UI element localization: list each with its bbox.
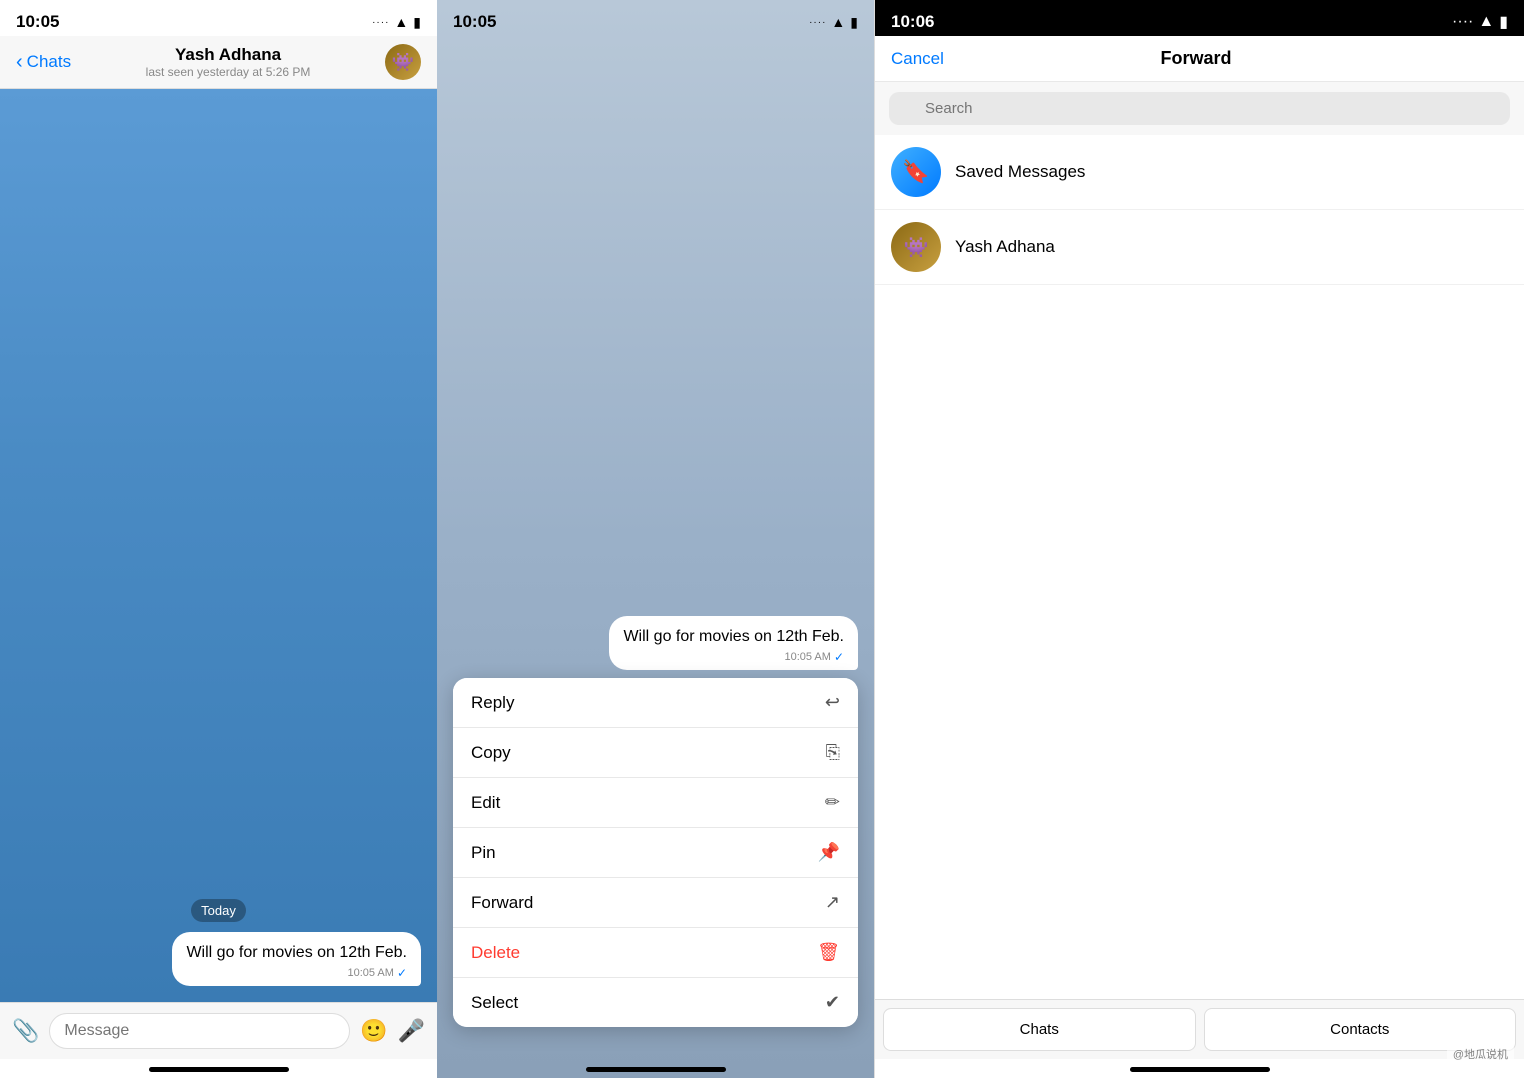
status-bar-panel1: 10:05 ···· ▲ ▮ (0, 0, 437, 36)
cancel-button[interactable]: Cancel (891, 49, 944, 69)
sticker-icon[interactable]: 🙂 (360, 1018, 387, 1044)
yash-name-label: Yash Adhana (955, 237, 1055, 257)
edit-label: Edit (471, 793, 500, 813)
battery-icon-p3: ▮ (1499, 12, 1508, 32)
panel-context-menu: 10:05 ···· ▲ ▮ Will go for movies on 12t… (437, 0, 874, 1078)
select-label: Select (471, 993, 518, 1013)
chat-background: Today Will go for movies on 12th Feb. 10… (0, 89, 437, 1002)
wifi-icon: ▲ (394, 14, 408, 30)
status-bar-panel3: 10:06 ···· ▲ ▮ (875, 0, 1524, 36)
input-bar: 📎 🙂 🎤 (0, 1002, 437, 1059)
context-message-bubble: Will go for movies on 12th Feb. 10:05 AM… (609, 616, 858, 670)
forward-nav-bar: Cancel Forward (875, 36, 1524, 82)
chevron-left-icon: ‹ (16, 51, 23, 74)
menu-item-edit[interactable]: Edit ✏ (453, 778, 858, 828)
search-input[interactable] (889, 92, 1510, 125)
reply-label: Reply (471, 693, 514, 713)
watermark: @地瓜说机 (1447, 1044, 1514, 1064)
message-meta: 10:05 AM ✓ (186, 966, 407, 980)
menu-item-copy[interactable]: Copy ⎘ (453, 728, 858, 778)
panel-forward: 10:06 ···· ▲ ▮ Cancel Forward 🔍 🔖 Saved … (874, 0, 1524, 1078)
forward-contact-list: 🔖 Saved Messages 👾 Yash Adhana (875, 135, 1524, 999)
wifi-icon-p2: ▲ (831, 14, 845, 30)
context-message-time: 10:05 AM (784, 651, 830, 663)
select-icon: ✔ (825, 992, 840, 1013)
status-time-panel2: 10:05 (453, 12, 496, 32)
search-wrapper: 🔍 (889, 92, 1510, 125)
forward-icon: ↗ (825, 892, 840, 913)
signal-icon-p3: ···· (1452, 13, 1473, 31)
context-menu: Reply ↩ Copy ⎘ Edit ✏ Pin 📌 Forward ↗ De… (453, 678, 858, 1027)
context-message-meta: 10:05 AM ✓ (623, 650, 844, 664)
date-badge: Today (191, 899, 246, 922)
home-indicator-panel3 (1130, 1067, 1270, 1072)
menu-item-reply[interactable]: Reply ↩ (453, 678, 858, 728)
menu-item-pin[interactable]: Pin 📌 (453, 828, 858, 878)
menu-item-delete[interactable]: Delete 🗑 (453, 928, 858, 978)
pin-label: Pin (471, 843, 496, 863)
battery-icon-p2: ▮ (850, 14, 858, 31)
edit-icon: ✏ (825, 792, 840, 813)
wifi-icon-p3: ▲ (1478, 13, 1494, 31)
reply-icon: ↩ (825, 692, 840, 713)
status-time-panel1: 10:05 (16, 12, 59, 32)
status-icons-panel3: ···· ▲ ▮ (1452, 12, 1508, 32)
nav-center-chat: Yash Adhana last seen yesterday at 5:26 … (146, 45, 311, 79)
check-icon: ✓ (397, 966, 407, 980)
tab-chats[interactable]: Chats (883, 1008, 1196, 1051)
back-button[interactable]: ‹ Chats (16, 51, 71, 74)
status-time-panel3: 10:06 (891, 12, 934, 32)
avatar-emoji: 👾 (392, 52, 414, 73)
battery-icon: ▮ (413, 14, 421, 31)
nav-bar-chat: ‹ Chats Yash Adhana last seen yesterday … (0, 36, 437, 89)
mic-icon[interactable]: 🎤 (398, 1018, 425, 1044)
signal-icon: ···· (372, 17, 389, 28)
context-message-text: Will go for movies on 12th Feb. (623, 626, 844, 648)
message-input[interactable] (49, 1013, 350, 1049)
forward-list-item-saved[interactable]: 🔖 Saved Messages (875, 135, 1524, 210)
menu-item-select[interactable]: Select ✔ (453, 978, 858, 1027)
status-icons-panel1: ···· ▲ ▮ (372, 14, 421, 31)
back-label[interactable]: Chats (27, 52, 71, 72)
forward-search-bar: 🔍 (875, 82, 1524, 135)
forward-list-item-yash[interactable]: 👾 Yash Adhana (875, 210, 1524, 285)
copy-label: Copy (471, 743, 511, 763)
bookmark-icon: 🔖 (902, 159, 929, 185)
contact-status: last seen yesterday at 5:26 PM (146, 65, 311, 79)
message-bubble-outgoing: Will go for movies on 12th Feb. 10:05 AM… (172, 932, 421, 986)
saved-messages-label: Saved Messages (955, 162, 1085, 182)
menu-item-forward[interactable]: Forward ↗ (453, 878, 858, 928)
status-icons-panel2: ···· ▲ ▮ (809, 14, 858, 31)
forward-title: Forward (1160, 48, 1231, 69)
signal-icon-p2: ···· (809, 17, 826, 28)
pin-icon: 📌 (818, 842, 840, 863)
contact-avatar[interactable]: 👾 (385, 44, 421, 80)
copy-icon: ⎘ (826, 742, 840, 763)
yash-avatar: 👾 (891, 222, 941, 272)
delete-icon: 🗑 (817, 942, 840, 963)
panel-chat: 10:05 ···· ▲ ▮ ‹ Chats Yash Adhana last … (0, 0, 437, 1078)
saved-messages-avatar: 🔖 (891, 147, 941, 197)
forward-label: Forward (471, 893, 533, 913)
home-indicator-panel1 (149, 1067, 289, 1072)
context-check-icon: ✓ (834, 650, 844, 664)
forward-bottom-tabs: Chats Contacts (875, 999, 1524, 1059)
message-text: Will go for movies on 12th Feb. (186, 942, 407, 964)
attach-icon[interactable]: 📎 (12, 1018, 39, 1044)
contact-name: Yash Adhana (175, 45, 281, 65)
context-area: Will go for movies on 12th Feb. 10:05 AM… (437, 36, 874, 1059)
message-time: 10:05 AM (347, 967, 393, 979)
delete-label: Delete (471, 943, 520, 963)
status-bar-panel2: 10:05 ···· ▲ ▮ (437, 0, 874, 36)
yash-avatar-emoji: 👾 (904, 235, 929, 260)
home-indicator-panel2 (586, 1067, 726, 1072)
